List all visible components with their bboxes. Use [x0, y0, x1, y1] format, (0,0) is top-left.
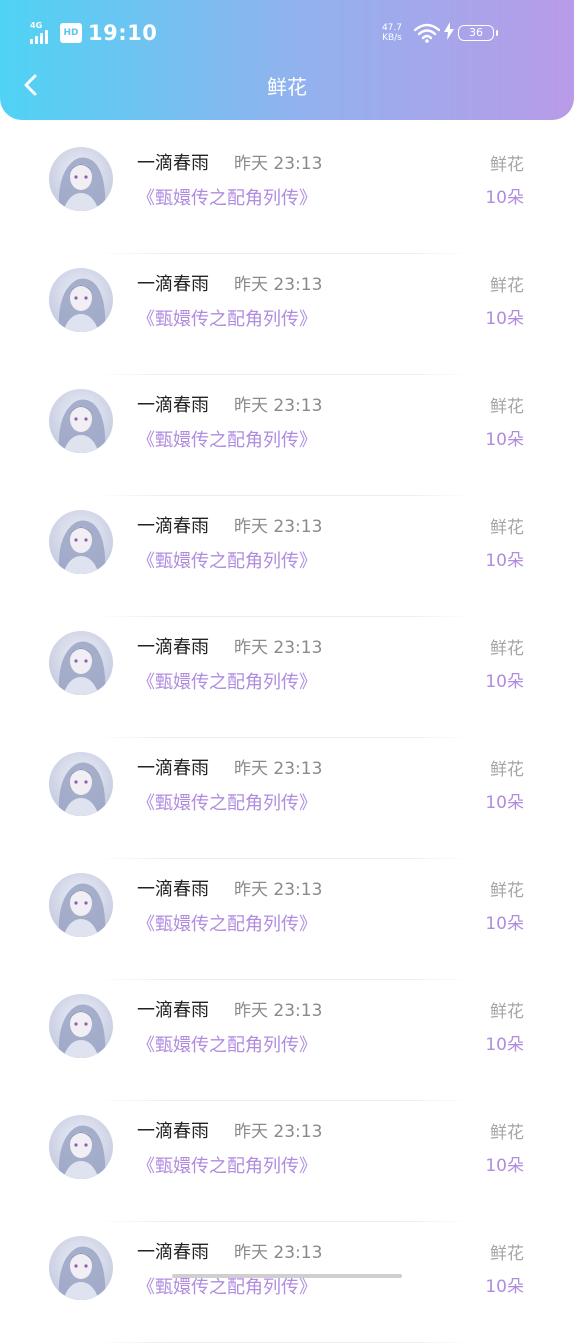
gift-type-label: 鲜花 — [490, 881, 524, 901]
user-name: 一滴春雨 — [137, 637, 209, 658]
gift-type-label: 鲜花 — [490, 1002, 524, 1022]
list-item[interactable]: 一滴春雨 昨天 23:13 《甄嬛传之配角列传》 鲜花 10朵 — [0, 617, 574, 738]
gift-type-label: 鲜花 — [490, 1123, 524, 1143]
cellular-signal-icon: 4G — [30, 22, 52, 44]
avatar[interactable] — [49, 752, 113, 816]
book-title-link[interactable]: 《甄嬛传之配角列传》 — [137, 307, 317, 333]
list-item[interactable]: 一滴春雨 昨天 23:13 《甄嬛传之配角列传》 鲜花 10朵 — [0, 133, 574, 254]
book-title-link[interactable]: 《甄嬛传之配角列传》 — [137, 428, 317, 454]
gift-type-label: 鲜花 — [490, 397, 524, 417]
avatar[interactable] — [49, 631, 113, 695]
status-right: 47.7 KB/s 36 — [382, 20, 498, 46]
gift-type-label: 鲜花 — [490, 518, 524, 538]
book-title-link[interactable]: 《甄嬛传之配角列传》 — [137, 1275, 317, 1301]
charging-bolt-icon — [444, 22, 454, 44]
gift-record-list: 一滴春雨 昨天 23:13 《甄嬛传之配角列传》 鲜花 10朵 一滴春雨 昨天 … — [0, 133, 574, 1343]
list-item[interactable]: 一滴春雨 昨天 23:13 《甄嬛传之配角列传》 鲜花 10朵 — [0, 375, 574, 496]
gift-time: 昨天 23:13 — [234, 759, 323, 779]
gift-time: 昨天 23:13 — [234, 517, 323, 537]
gift-time: 昨天 23:13 — [234, 1122, 323, 1142]
book-title-link[interactable]: 《甄嬛传之配角列传》 — [137, 186, 317, 212]
status-time: 19:10 — [88, 21, 158, 45]
list-item[interactable]: 一滴春雨 昨天 23:13 《甄嬛传之配角列传》 鲜花 10朵 — [0, 980, 574, 1101]
header: 4G HD 19:10 47.7 KB/s 36 鲜花 — [0, 0, 574, 120]
gift-time: 昨天 23:13 — [234, 1243, 323, 1263]
user-name: 一滴春雨 — [137, 1000, 209, 1021]
avatar[interactable] — [49, 389, 113, 453]
gift-time: 昨天 23:13 — [234, 154, 323, 174]
list-item[interactable]: 一滴春雨 昨天 23:13 《甄嬛传之配角列传》 鲜花 10朵 — [0, 254, 574, 375]
gift-type-label: 鲜花 — [490, 760, 524, 780]
avatar[interactable] — [49, 268, 113, 332]
gift-type-label: 鲜花 — [490, 1244, 524, 1264]
gift-count: 10朵 — [485, 914, 524, 934]
wifi-icon — [414, 23, 440, 43]
list-item[interactable]: 一滴春雨 昨天 23:13 《甄嬛传之配角列传》 鲜花 10朵 — [0, 1101, 574, 1222]
user-name: 一滴春雨 — [137, 516, 209, 537]
gift-time: 昨天 23:13 — [234, 275, 323, 295]
gift-count: 10朵 — [485, 672, 524, 692]
net-speed-value: 47.7 — [381, 23, 402, 33]
list-item[interactable]: 一滴春雨 昨天 23:13 《甄嬛传之配角列传》 鲜花 10朵 — [0, 496, 574, 617]
status-left: 4G HD 19:10 — [30, 18, 157, 48]
gift-count: 10朵 — [485, 188, 524, 208]
book-title-link[interactable]: 《甄嬛传之配角列传》 — [137, 1033, 317, 1059]
avatar[interactable] — [49, 510, 113, 574]
gift-type-label: 鲜花 — [490, 276, 524, 296]
book-title-link[interactable]: 《甄嬛传之配角列传》 — [137, 912, 317, 938]
book-title-link[interactable]: 《甄嬛传之配角列传》 — [137, 1154, 317, 1180]
gift-time: 昨天 23:13 — [234, 880, 323, 900]
gift-count: 10朵 — [485, 551, 524, 571]
user-name: 一滴春雨 — [137, 1121, 209, 1142]
list-item[interactable]: 一滴春雨 昨天 23:13 《甄嬛传之配角列传》 鲜花 10朵 — [0, 1222, 574, 1343]
net-speed: 47.7 KB/s — [382, 23, 402, 43]
gift-time: 昨天 23:13 — [234, 638, 323, 658]
status-bar: 4G HD 19:10 47.7 KB/s 36 — [0, 0, 574, 64]
user-name: 一滴春雨 — [137, 274, 209, 295]
avatar[interactable] — [49, 1115, 113, 1179]
user-name: 一滴春雨 — [137, 879, 209, 900]
list-item[interactable]: 一滴春雨 昨天 23:13 《甄嬛传之配角列传》 鲜花 10朵 — [0, 738, 574, 859]
gift-count: 10朵 — [485, 1035, 524, 1055]
gift-type-label: 鲜花 — [490, 639, 524, 659]
avatar[interactable] — [49, 994, 113, 1058]
gift-count: 10朵 — [485, 430, 524, 450]
battery-icon: 36 — [458, 25, 498, 41]
gift-count: 10朵 — [485, 1277, 524, 1297]
net-speed-unit: KB/s — [382, 33, 402, 43]
gift-count: 10朵 — [485, 793, 524, 813]
user-name: 一滴春雨 — [137, 1242, 209, 1263]
list-item[interactable]: 一滴春雨 昨天 23:13 《甄嬛传之配角列传》 鲜花 10朵 — [0, 859, 574, 980]
gift-type-label: 鲜花 — [490, 155, 524, 175]
page-title: 鲜花 — [267, 75, 307, 99]
avatar[interactable] — [49, 1236, 113, 1300]
gift-count: 10朵 — [485, 1156, 524, 1176]
user-name: 一滴春雨 — [137, 153, 209, 174]
network-type: 4G — [30, 21, 43, 30]
user-name: 一滴春雨 — [137, 758, 209, 779]
book-title-link[interactable]: 《甄嬛传之配角列传》 — [137, 791, 317, 817]
user-name: 一滴春雨 — [137, 395, 209, 416]
hd-icon: HD — [60, 23, 82, 43]
avatar[interactable] — [49, 873, 113, 937]
nav-bar: 鲜花 — [0, 64, 574, 110]
home-indicator[interactable] — [172, 1274, 402, 1278]
avatar[interactable] — [49, 147, 113, 211]
book-title-link[interactable]: 《甄嬛传之配角列传》 — [137, 549, 317, 575]
gift-time: 昨天 23:13 — [234, 396, 323, 416]
book-title-link[interactable]: 《甄嬛传之配角列传》 — [137, 670, 317, 696]
gift-count: 10朵 — [485, 309, 524, 329]
gift-time: 昨天 23:13 — [234, 1001, 323, 1021]
